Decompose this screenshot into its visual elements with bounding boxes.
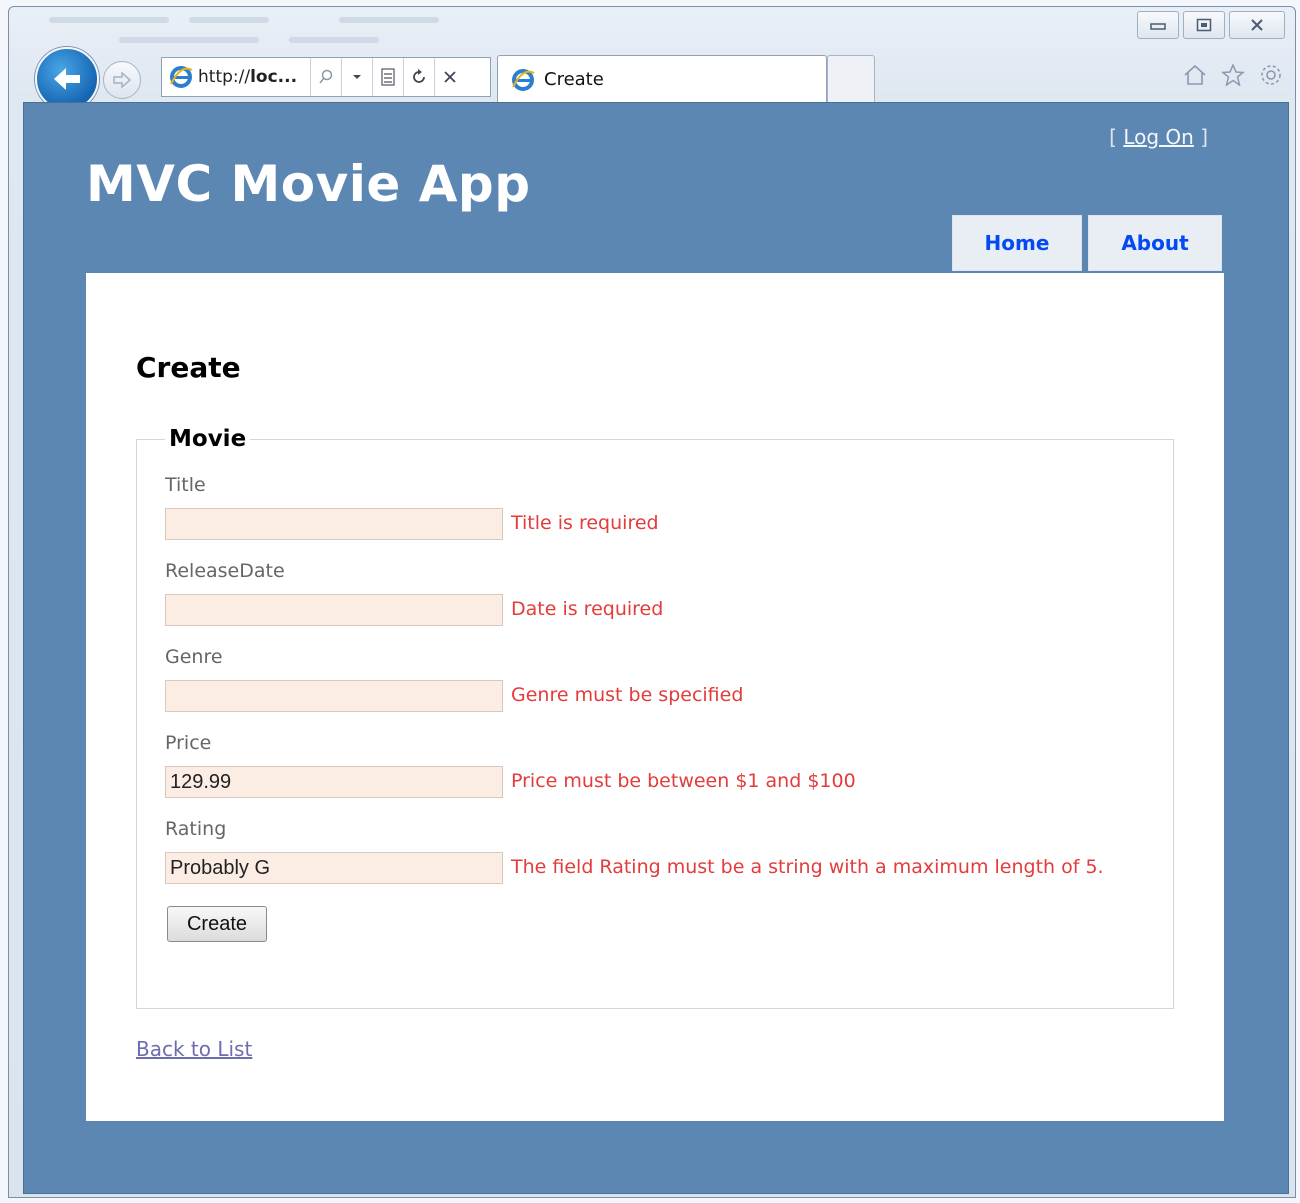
page: [ Log On ] MVC Movie App Home About Crea… [23, 102, 1289, 1194]
home-icon [1184, 64, 1206, 85]
title-label: Title [165, 474, 206, 496]
browser-toolbar-right [1179, 59, 1287, 91]
logon-bracket-open: [ [1109, 125, 1117, 149]
address-dropdown-button[interactable] [341, 58, 372, 96]
refresh-icon [413, 69, 425, 83]
search-icon [319, 69, 333, 84]
menu-item-about[interactable]: About [1088, 215, 1222, 271]
stop-button[interactable] [434, 58, 465, 96]
tab-title: Create [544, 69, 604, 90]
address-url[interactable]: http://loc... [198, 67, 310, 87]
ie-logo-icon [170, 66, 193, 88]
fieldset-legend: Movie [165, 426, 251, 452]
minimize-button[interactable] [1137, 11, 1179, 39]
tools-button[interactable] [1255, 59, 1287, 91]
refresh-button[interactable] [403, 58, 434, 96]
stop-icon [444, 71, 456, 83]
create-button[interactable]: Create [167, 906, 267, 942]
compatibility-icon [381, 68, 395, 86]
main-menu: Home About [952, 215, 1222, 271]
app-title: MVC Movie App [86, 155, 531, 213]
titlebar-blur [119, 37, 259, 43]
favorites-button[interactable] [1217, 59, 1249, 91]
rating-error: The field Rating must be a string with a… [511, 856, 1104, 878]
ie-logo-icon [512, 68, 535, 91]
chevron-down-icon [353, 75, 361, 79]
logon-link[interactable]: Log On [1123, 125, 1194, 149]
movie-fieldset: Movie Title Title is required ReleaseDat… [136, 426, 1174, 1009]
url-host: loc... [250, 67, 298, 87]
forward-button[interactable] [103, 61, 141, 99]
genre-label: Genre [165, 646, 223, 668]
release-date-label: ReleaseDate [165, 560, 285, 582]
titlebar-blur [339, 17, 439, 23]
title-error: Title is required [511, 512, 659, 534]
browser-window: http://loc... Create [Log On] MVC Movi… [8, 6, 1296, 1198]
restore-icon [1196, 18, 1212, 32]
back-to-list-link[interactable]: Back to List [136, 1037, 252, 1061]
title-input[interactable] [165, 508, 503, 540]
release-date-input[interactable] [165, 594, 503, 626]
window-controls [1137, 11, 1285, 39]
rating-input[interactable] [165, 852, 503, 884]
price-label: Price [165, 732, 212, 754]
gear-icon [1261, 65, 1281, 85]
home-button[interactable] [1179, 59, 1211, 91]
titlebar-blur [289, 37, 379, 43]
minimize-icon [1150, 23, 1166, 30]
close-icon [1251, 19, 1263, 31]
forward-arrow-icon [113, 71, 132, 89]
url-prefix: http:// [198, 67, 251, 87]
menu-item-home[interactable]: Home [952, 215, 1082, 271]
address-bar[interactable]: http://loc... [161, 57, 491, 97]
rating-label: Rating [165, 818, 227, 840]
restore-button[interactable] [1183, 11, 1225, 39]
genre-input[interactable] [165, 680, 503, 712]
search-button[interactable] [310, 58, 341, 96]
titlebar-blur [49, 17, 169, 23]
close-window-button[interactable] [1229, 11, 1285, 39]
new-tab-button[interactable] [827, 55, 875, 103]
price-error: Price must be between $1 and $100 [511, 770, 856, 792]
release-date-error: Date is required [511, 598, 664, 620]
star-icon [1221, 64, 1245, 86]
titlebar-blur [189, 17, 269, 23]
logon-display: [ Log On ] [1109, 125, 1208, 149]
main-content: Create Movie Title Title is required Rel… [86, 273, 1224, 1121]
page-title: Create [136, 351, 241, 384]
price-input[interactable] [165, 766, 503, 798]
back-arrow-icon [54, 68, 80, 90]
logon-bracket-close: ] [1200, 125, 1208, 149]
compatibility-view-button[interactable] [372, 58, 403, 96]
tab-create[interactable]: Create [497, 55, 827, 103]
genre-error: Genre must be specified [511, 684, 744, 706]
